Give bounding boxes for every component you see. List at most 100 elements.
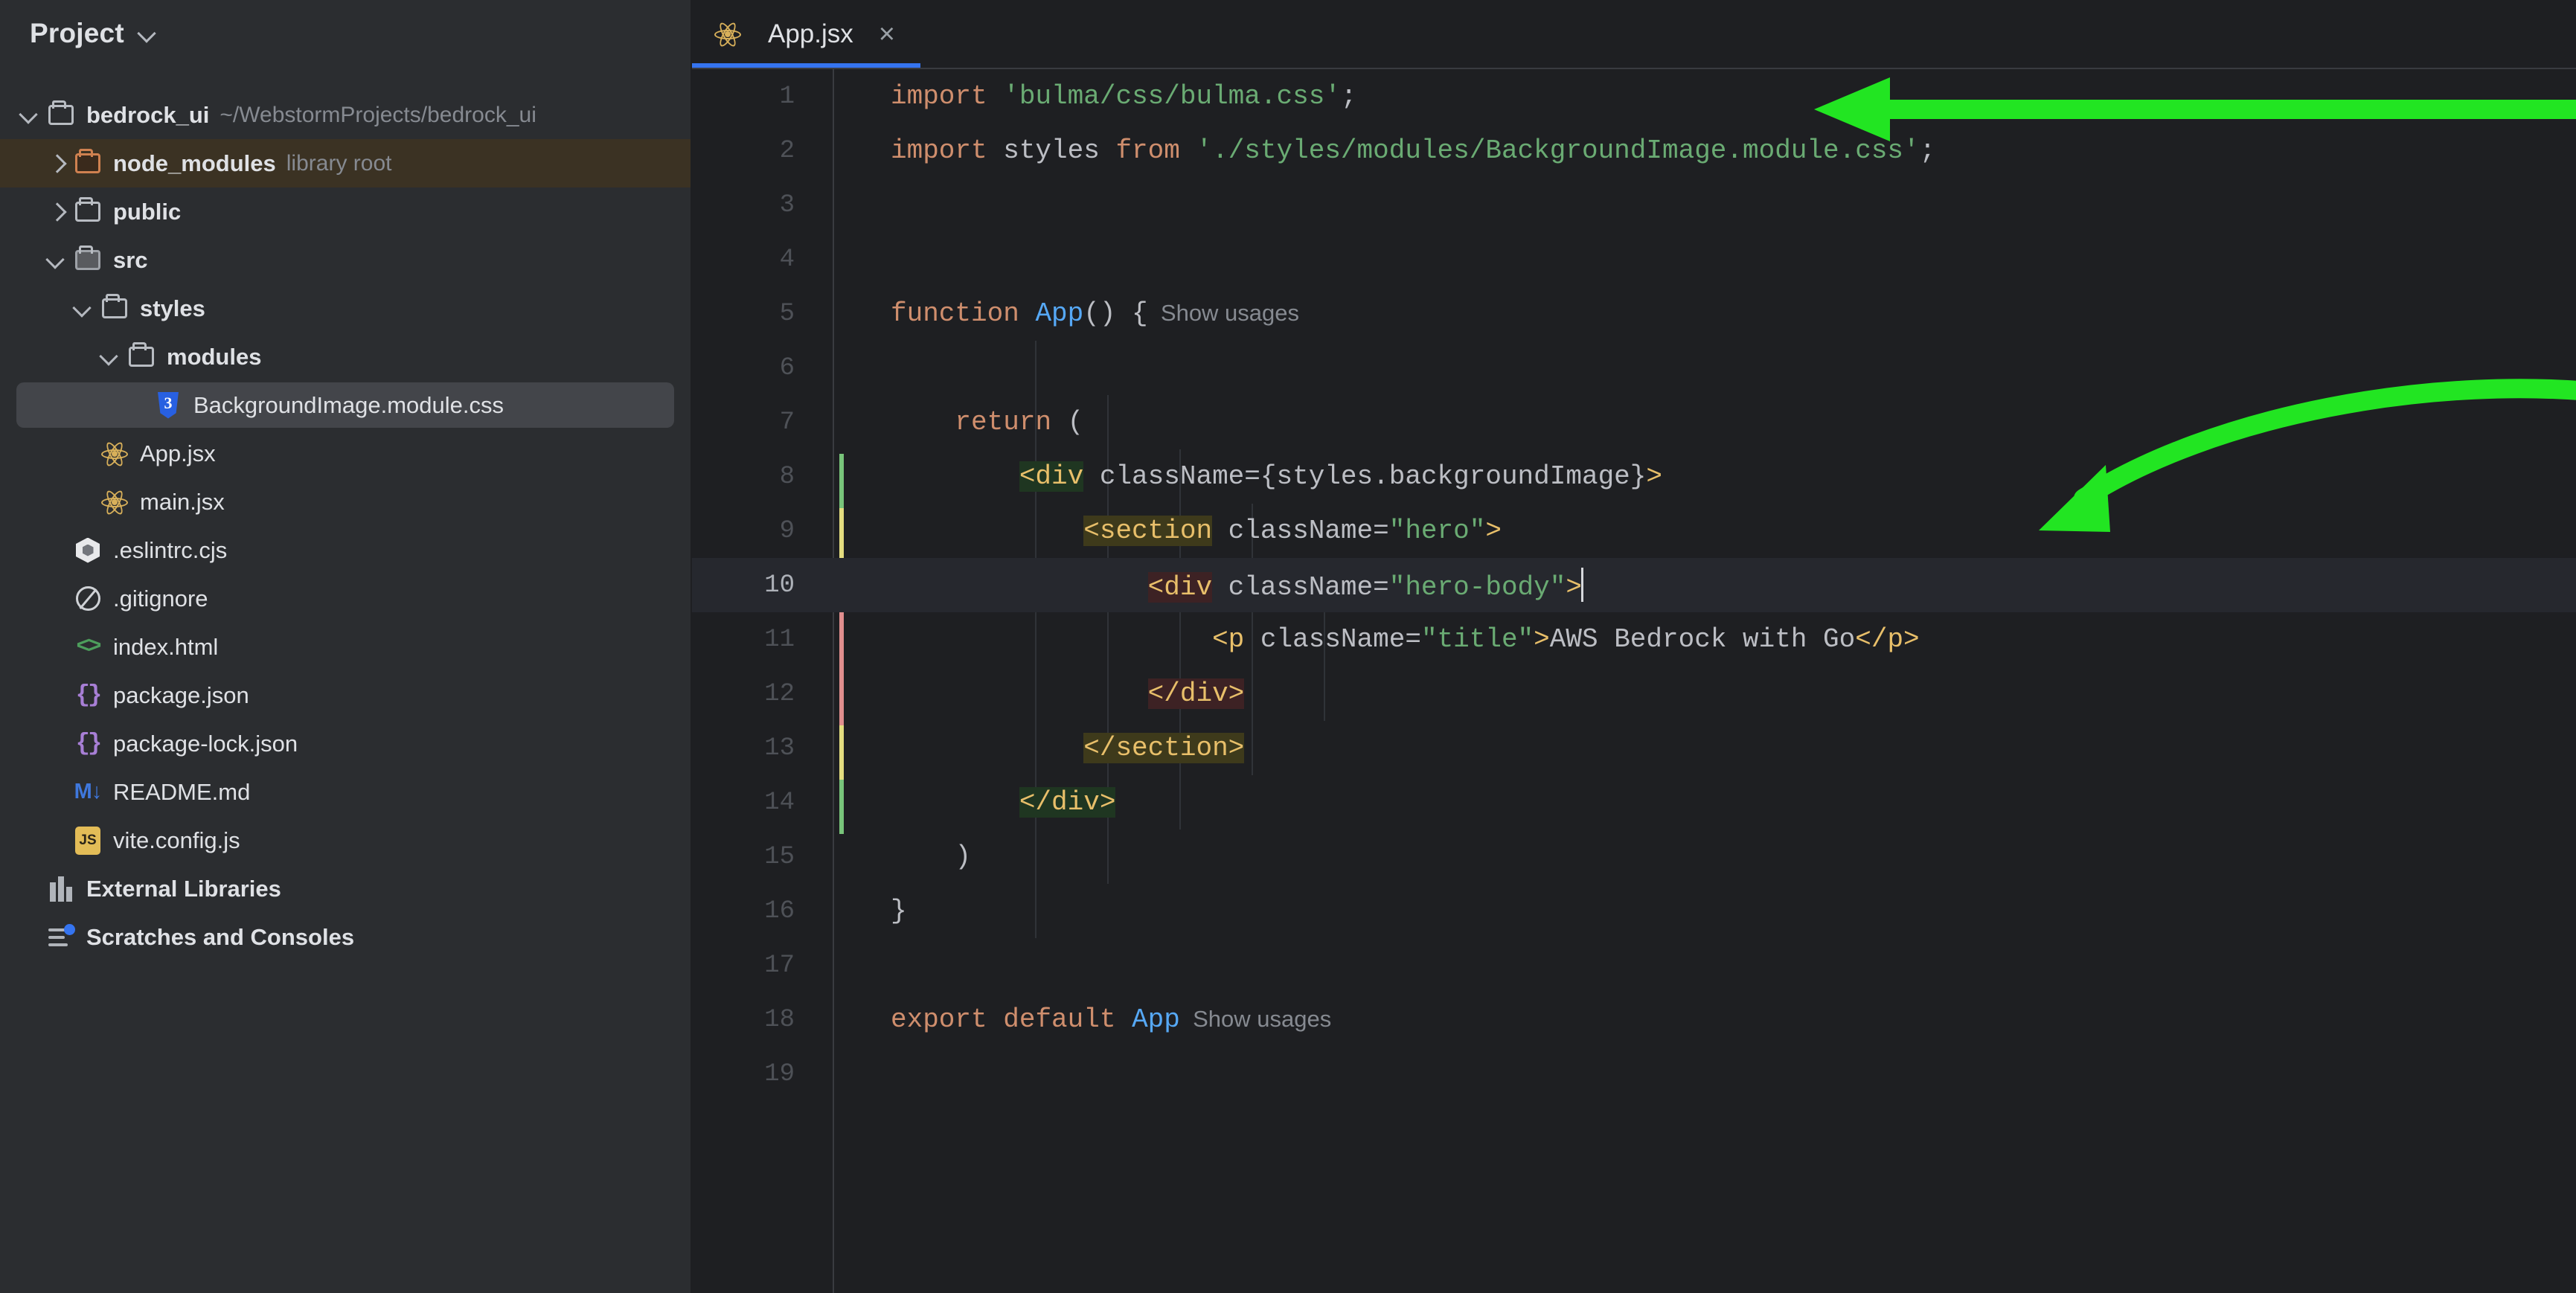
tree-item-label: src <box>113 246 148 273</box>
chevron-right-icon[interactable] <box>43 199 68 225</box>
tree-item-vite-config-js[interactable]: JS vite.config.js <box>0 816 691 864</box>
code-token: > <box>1485 516 1502 546</box>
code-token: return <box>955 407 1052 437</box>
editor-panel: App.jsx × 1 import 'bulma/css/bulma.css';… <box>692 0 2576 1293</box>
tree-item-package-lock-json[interactable]: {} package-lock.json <box>0 719 691 768</box>
line-number: 8 <box>779 462 795 491</box>
scratches-icon <box>46 923 76 952</box>
code-line-11[interactable]: 11 <p className="title">AWS Bedrock with… <box>692 612 2576 667</box>
code-token: import <box>891 135 987 166</box>
line-number: 6 <box>779 353 795 382</box>
tree-item-external-libraries[interactable]: External Libraries <box>0 864 691 913</box>
code-token: ; <box>1919 135 1936 166</box>
code-token: ; <box>1340 81 1357 112</box>
tree-item-eslintrc-cjs[interactable]: .eslintrc.cjs <box>0 526 691 574</box>
project-file-tree: bedrock_ui ~/WebstormProjects/bedrock_ui n… <box>0 67 691 961</box>
code-line-17[interactable]: 17 <box>692 938 2576 992</box>
tab-label: App.jsx <box>768 19 853 48</box>
tree-item-node-modules[interactable]: node_modules library root <box>0 139 691 187</box>
code-token: './styles/modules/BackgroundImage.module… <box>1196 135 1920 166</box>
code-line-5[interactable]: 5 function App() { Show usages <box>692 286 2576 341</box>
code-line-10[interactable]: 10 <div className="hero-body"> <box>692 558 2576 612</box>
folder-icon <box>100 294 129 324</box>
code-editor[interactable]: 1 import 'bulma/css/bulma.css'; 2 import st… <box>692 69 2576 1293</box>
react-file-icon <box>713 19 743 49</box>
line-number: 3 <box>779 190 795 219</box>
tab-app-jsx[interactable]: App.jsx × <box>692 0 920 68</box>
tree-item-gitignore[interactable]: .gitignore <box>0 574 691 623</box>
code-line-text: } <box>891 896 907 926</box>
code-line-12[interactable]: 12 </div> <box>692 667 2576 721</box>
chevron-down-icon[interactable] <box>97 344 122 370</box>
code-line-15[interactable]: 15 ) <box>692 830 2576 884</box>
line-number: 12 <box>764 679 795 708</box>
chevron-down-icon[interactable] <box>16 103 42 128</box>
code-line-3[interactable]: 3 <box>692 178 2576 232</box>
code-line-18[interactable]: 18 export default App Show usages <box>692 992 2576 1047</box>
code-line-19[interactable]: 19 <box>692 1047 2576 1101</box>
chevron-right-icon[interactable] <box>43 151 68 176</box>
css3-file-icon: 3 <box>153 391 183 420</box>
tree-item-backgroundimage-module-css[interactable]: 3 BackgroundImage.module.css <box>0 381 691 429</box>
code-line-text: <p className="title">AWS Bedrock with Go… <box>891 624 1920 655</box>
chevron-down-icon[interactable] <box>138 24 157 43</box>
code-token: </p> <box>1855 624 1920 655</box>
code-line-1[interactable]: 1 import 'bulma/css/bulma.css'; <box>692 69 2576 123</box>
code-line-4[interactable]: 4 <box>692 232 2576 286</box>
external-libraries-icon <box>46 874 76 904</box>
code-line-13[interactable]: 13 </section> <box>692 721 2576 775</box>
tree-item-src[interactable]: src <box>0 236 691 284</box>
line-number: 13 <box>764 734 795 763</box>
chevron-down-icon[interactable] <box>70 296 95 321</box>
react-file-icon <box>100 487 129 517</box>
json-file-icon: {} <box>75 730 102 757</box>
close-icon[interactable]: × <box>879 20 895 48</box>
tree-item-label: Scratches and Consoles <box>86 923 355 950</box>
tree-item-bedrock-ui[interactable]: bedrock_ui ~/WebstormProjects/bedrock_ui <box>0 91 691 139</box>
code-token: "hero" <box>1388 516 1486 546</box>
project-tool-window-header[interactable]: Project <box>0 0 691 67</box>
chevron-down-icon[interactable] <box>43 248 68 273</box>
code-line-2[interactable]: 2 import styles from './styles/modules/Ba… <box>692 123 2576 178</box>
code-line-14[interactable]: 14 </div> <box>692 775 2576 830</box>
code-line-text: </div> <box>891 787 1116 818</box>
line-number: 2 <box>779 136 795 165</box>
code-line-text: <div className="hero-body"> <box>891 568 1583 603</box>
code-token: } <box>891 896 907 926</box>
gitignore-file-icon <box>73 584 103 614</box>
code-token: App <box>1132 1004 1180 1035</box>
code-line-6[interactable]: 6 <box>692 341 2576 395</box>
code-token: App <box>1035 298 1084 329</box>
tree-item-index-html[interactable]: <> index.html <box>0 623 691 671</box>
react-file-icon <box>100 439 129 469</box>
tree-item-package-json[interactable]: {} package.json <box>0 671 691 719</box>
code-token: () { <box>1083 298 1148 329</box>
tree-item-public[interactable]: public <box>0 187 691 236</box>
code-line-9[interactable]: 9 <section className="hero"> <box>692 504 2576 558</box>
tree-item-scratches-and-consoles[interactable]: Scratches and Consoles <box>0 913 691 961</box>
tree-item-styles[interactable]: styles <box>0 284 691 333</box>
line-number: 15 <box>764 842 795 871</box>
code-line-7[interactable]: 7 return ( <box>692 395 2576 449</box>
code-token: default <box>1003 1004 1116 1035</box>
code-line-16[interactable]: 16} <box>692 884 2576 938</box>
tree-item-secondary-label: ~/WebstormProjects/bedrock_ui <box>220 102 536 127</box>
code-line-8[interactable]: 8 <div className={styles.backgroundImage… <box>692 449 2576 504</box>
code-token: function <box>891 298 1019 329</box>
code-token: className= <box>1244 624 1421 655</box>
code-token: > <box>1534 624 1550 655</box>
tree-item-label: External Libraries <box>86 875 281 902</box>
tree-item-app-jsx[interactable]: App.jsx <box>0 429 691 478</box>
line-number: 5 <box>779 299 795 328</box>
code-token: ) <box>891 841 972 872</box>
tree-item-main-jsx[interactable]: main.jsx <box>0 478 691 526</box>
tree-item-readme-md[interactable]: M↓ README.md <box>0 768 691 816</box>
tree-item-modules[interactable]: modules <box>0 333 691 381</box>
tree-item-label: public <box>113 198 182 225</box>
